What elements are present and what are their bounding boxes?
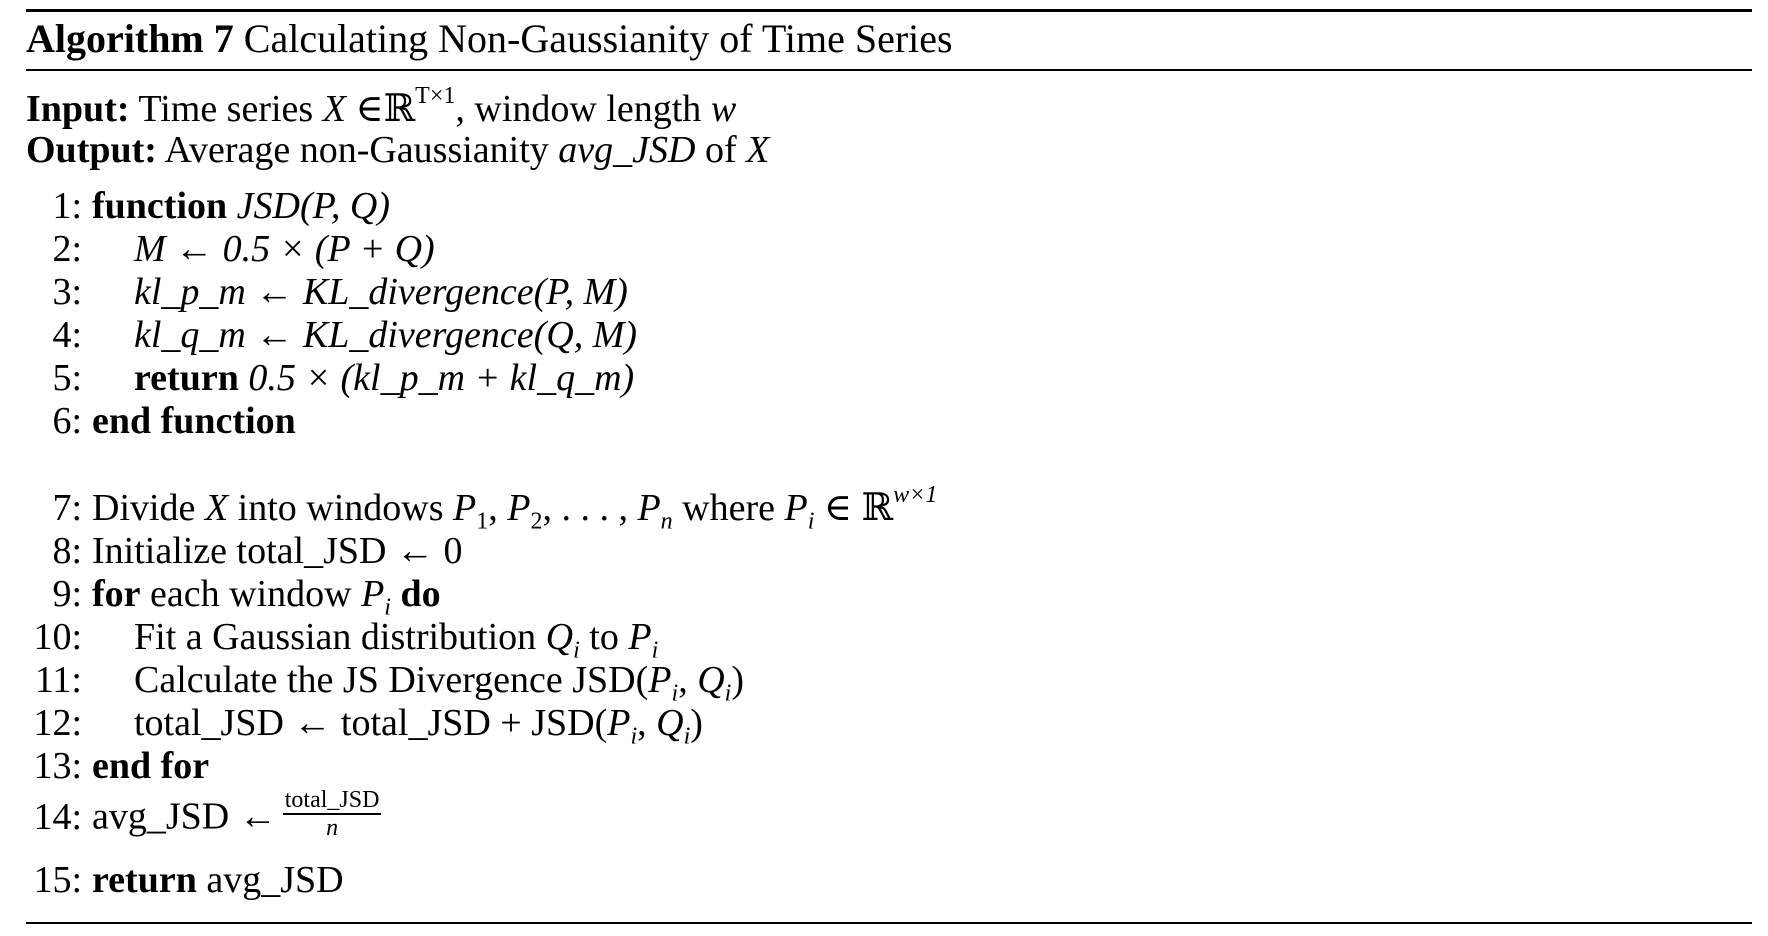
line-text: where (682, 487, 776, 529)
line-text: Initialize total_JSD ← 0 (92, 530, 463, 572)
algorithm-label: Algorithm 7 (26, 16, 234, 61)
line-11: 11: Calculate the JS Divergence JSD(Pi, … (26, 658, 744, 706)
input-text-2: , window length (455, 88, 702, 130)
line-text: total_JSD ← total_JSD + JSD (134, 702, 595, 744)
algorithm-title: Calculating Non-Gaussianity of Time Seri… (243, 16, 953, 61)
line-12: 12: total_JSD ← total_JSD + JSD(Pi, Qi) (26, 701, 703, 749)
line-6: 6: end function (26, 399, 296, 443)
window-sub: 1 (476, 508, 489, 535)
keyword-do: do (400, 573, 441, 615)
window-p: P (507, 487, 531, 529)
line-var: P (648, 659, 672, 701)
fraction-numerator: total_JSD (282, 787, 382, 815)
algorithm-block: Algorithm 7 Calculating Non-Gaussianity … (26, 0, 1752, 936)
line-text: each window (150, 573, 352, 615)
line-number: 2: (52, 228, 82, 270)
output-text-2: of (704, 129, 737, 171)
line-space-dim: w×1 (893, 482, 938, 509)
input-space: ℝ (383, 88, 416, 130)
line-var-sub: i (630, 723, 638, 750)
line-var-sub: i (724, 680, 732, 707)
input-text: Time series (138, 88, 314, 130)
line-number: 12: (33, 702, 82, 744)
line-text: avg_JSD (206, 859, 344, 901)
line-number: 7: (52, 487, 82, 529)
keyword-function: function (92, 185, 228, 227)
line-number: 10: (33, 616, 82, 658)
line-expression: kl_q_m ← KL_divergence(Q, M) (134, 314, 638, 356)
line-9: 9: for each window Pi do (26, 572, 441, 620)
line-8: 8: Initialize total_JSD ← 0 (26, 529, 462, 573)
line-number: 9: (52, 573, 82, 615)
input-line: Input: Time series X ∈ℝT×1, window lengt… (26, 84, 737, 131)
line-expression: M ← 0.5 × (P + Q) (134, 228, 435, 270)
line-1: 1: function JSD(P, Q) (26, 184, 390, 228)
line-2: 2: M ← 0.5 × (P + Q) (26, 227, 435, 271)
line-number: 1: (52, 185, 82, 227)
algorithm-caption: Algorithm 7 Calculating Non-Gaussianity … (26, 14, 953, 64)
line-text: to (589, 616, 619, 658)
output-keyword: Output: (26, 129, 157, 171)
line-var: P (361, 573, 385, 615)
window-sub: i (807, 508, 815, 535)
line-5: 5: return 0.5 × (kl_p_m + kl_q_m) (26, 356, 634, 400)
line-number: 13: (33, 745, 82, 787)
line-expression: kl_p_m ← KL_divergence(P, M) (134, 271, 628, 313)
window-p: P (784, 487, 808, 529)
window-p: P (637, 487, 661, 529)
fraction: total_JSD n (282, 787, 382, 841)
line-text: Calculate the JS Divergence JSD (134, 659, 636, 701)
line-7: 7: Divide X into windows P1, P2, . . . ,… (26, 483, 937, 533)
input-keyword: Input: (26, 88, 130, 130)
output-var-2: X (746, 129, 770, 171)
line-number: 5: (52, 357, 82, 399)
line-var: X (204, 487, 229, 529)
line-number: 14: (33, 795, 82, 838)
keyword-for: for (92, 573, 141, 615)
line-var: Q (656, 702, 684, 744)
line-4: 4: kl_q_m ← KL_divergence(Q, M) (26, 313, 637, 357)
input-space-dim: T×1 (415, 83, 456, 110)
window-sub: 2 (530, 508, 543, 535)
line-13: 13: end for (26, 744, 209, 788)
line-var: Q (697, 659, 725, 701)
line-var: P (628, 616, 652, 658)
line-number: 15: (33, 859, 82, 901)
caption-rule (26, 69, 1752, 71)
function-signature: JSD(P, Q) (236, 185, 391, 227)
line-expression: 0.5 × (kl_p_m + kl_q_m) (248, 357, 635, 399)
line-14: 14: avg_JSD ← total_JSD n (26, 787, 382, 841)
line-number: 6: (52, 400, 82, 442)
input-in: ∈ (355, 88, 384, 130)
window-p: P (453, 487, 477, 529)
top-rule (26, 9, 1752, 12)
keyword-end-for: end for (92, 745, 210, 787)
line-number: 11: (34, 659, 82, 701)
input-var: X (322, 88, 346, 130)
line-var-sub: i (683, 723, 691, 750)
output-var: avg_JSD (558, 129, 696, 171)
line-text: avg_JSD ← (92, 795, 277, 838)
output-text: Average non-Gaussianity (164, 129, 549, 171)
line-15: 15: return avg_JSD (26, 858, 344, 902)
line-var: P (607, 702, 631, 744)
line-var: Q (545, 616, 574, 658)
line-text: Divide (92, 487, 196, 529)
keyword-return: return (134, 357, 239, 399)
keyword-return: return (92, 859, 197, 901)
input-param: w (710, 88, 737, 130)
line-10: 10: Fit a Gaussian distribution Qi to Pi (26, 615, 658, 663)
line-number: 8: (52, 530, 82, 572)
output-line: Output: Average non-Gaussianity avg_JSD … (26, 128, 769, 172)
line-3: 3: kl_p_m ← KL_divergence(P, M) (26, 270, 628, 314)
line-number: 4: (52, 314, 82, 356)
line-number: 3: (52, 271, 82, 313)
line-text: Fit a Gaussian distribution (134, 616, 537, 658)
bottom-rule (26, 922, 1752, 924)
keyword-end-function: end function (92, 400, 296, 442)
line-text: into windows (237, 487, 444, 529)
line-space: ℝ (861, 487, 894, 529)
window-sub: n (660, 508, 673, 535)
fraction-denominator: n (326, 815, 339, 841)
